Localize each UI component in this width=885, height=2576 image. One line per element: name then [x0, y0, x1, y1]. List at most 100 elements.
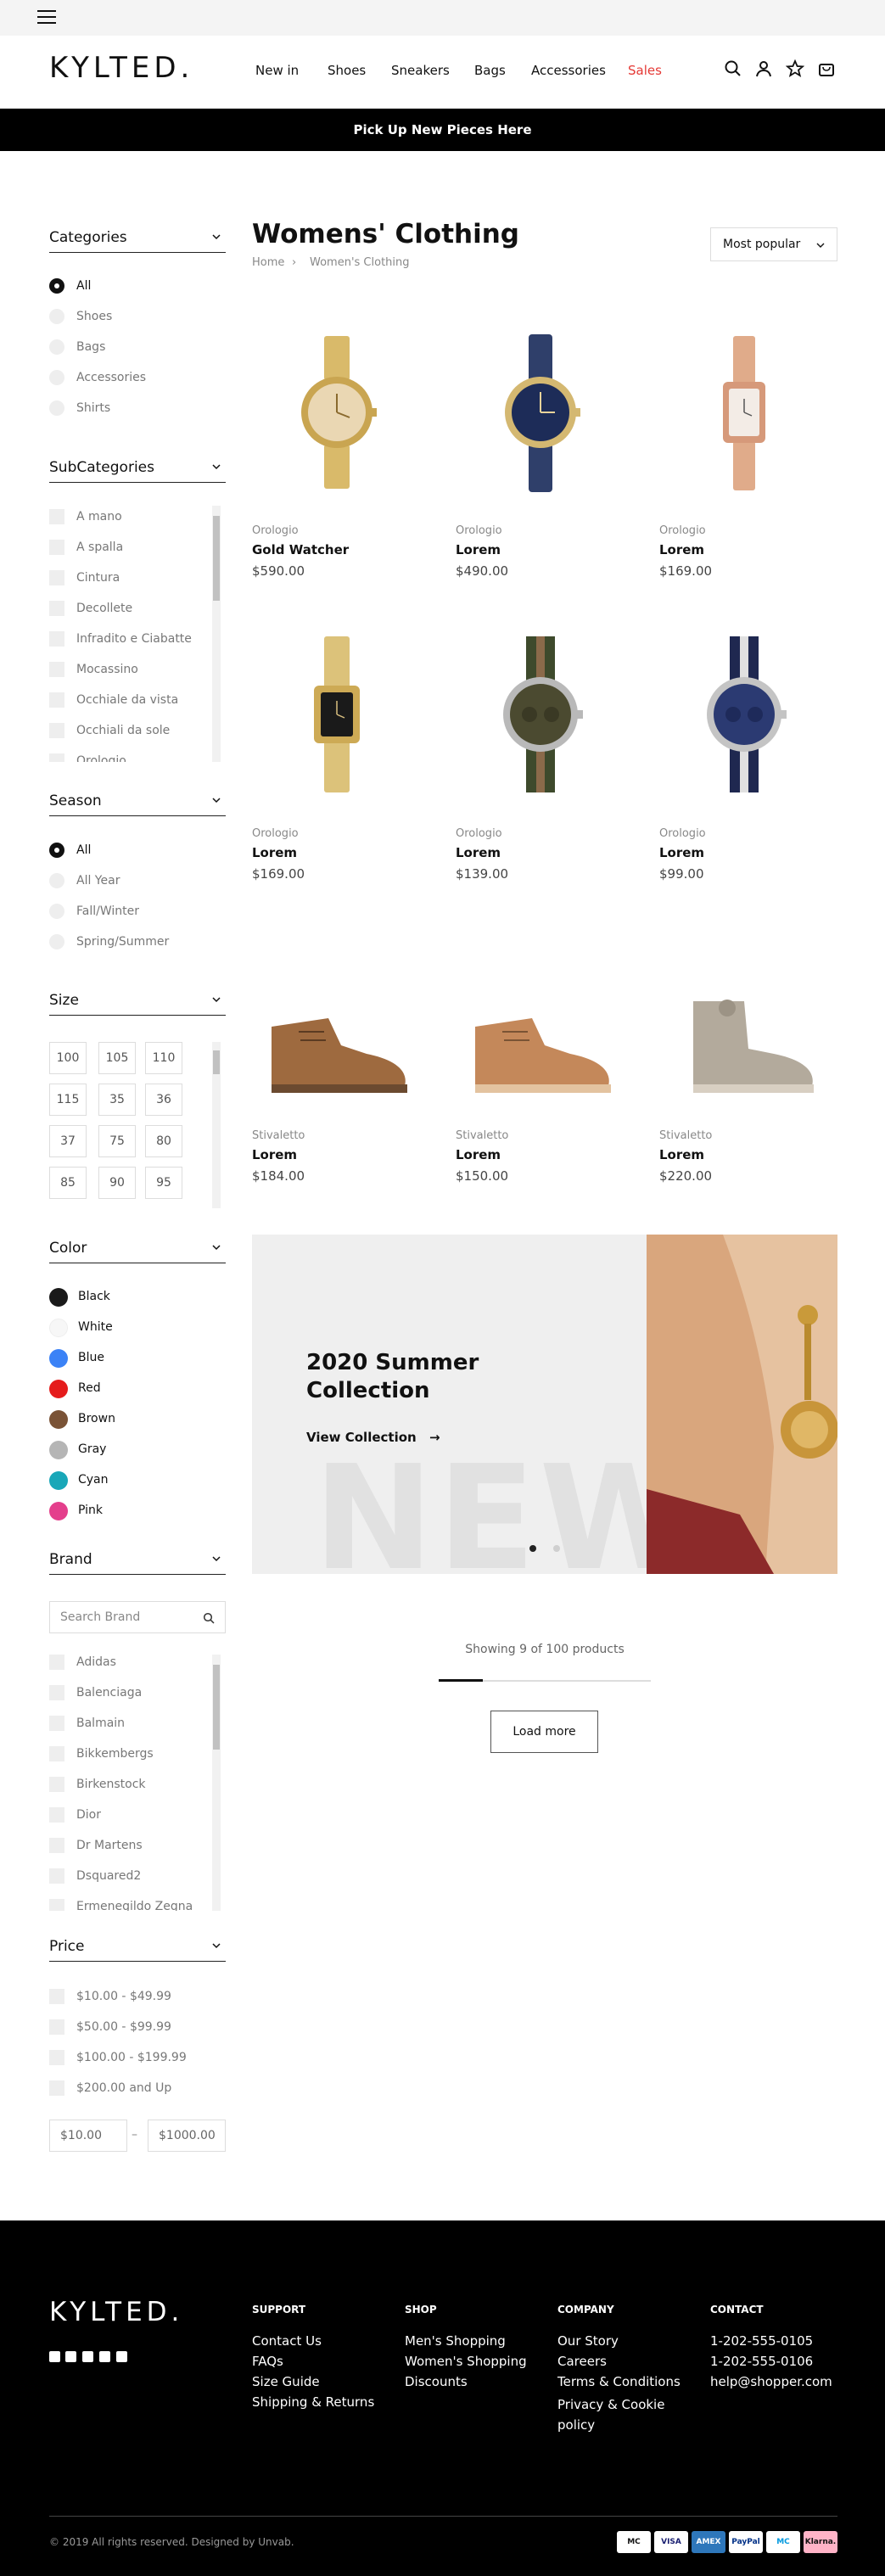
- size-option[interactable]: 75: [98, 1125, 136, 1157]
- chevron-down-icon[interactable]: [212, 232, 221, 241]
- size-option[interactable]: 115: [49, 1084, 87, 1116]
- twitter-icon[interactable]: [82, 2351, 93, 2362]
- chevron-down-icon[interactable]: [212, 1554, 221, 1563]
- size-title[interactable]: Size: [49, 992, 79, 1009]
- chevron-down-icon[interactable]: [212, 1243, 221, 1252]
- product-name[interactable]: Lorem: [659, 845, 704, 860]
- product-name[interactable]: Lorem: [456, 1147, 501, 1162]
- footer-link[interactable]: Size Guide: [252, 2374, 320, 2389]
- product-image-brown-boot[interactable]: [248, 967, 426, 1137]
- color-swatch-red[interactable]: [49, 1380, 68, 1398]
- subcategory-checkbox[interactable]: [49, 509, 64, 524]
- size-option[interactable]: 110: [145, 1042, 182, 1074]
- nav-shoes[interactable]: Shoes: [328, 63, 366, 78]
- size-option[interactable]: 35: [98, 1084, 136, 1116]
- price-checkbox[interactable]: [49, 2050, 64, 2065]
- price-max-input[interactable]: $1000.00: [148, 2120, 226, 2152]
- brand-checkbox[interactable]: [49, 1716, 64, 1731]
- subcategory-checkbox[interactable]: [49, 753, 64, 762]
- brand-search-input[interactable]: Search Brand: [49, 1601, 226, 1633]
- brand-title[interactable]: Brand: [49, 1551, 92, 1568]
- nav-sales[interactable]: Sales: [628, 63, 662, 78]
- size-option[interactable]: 37: [49, 1125, 87, 1157]
- color-swatch-white[interactable]: [49, 1319, 68, 1337]
- footer-link[interactable]: FAQs: [252, 2354, 283, 2369]
- footer-link[interactable]: Careers: [557, 2354, 607, 2369]
- search-icon[interactable]: [203, 1612, 215, 1624]
- size-option[interactable]: 100: [49, 1042, 87, 1074]
- chevron-down-icon[interactable]: [212, 995, 221, 1004]
- footer-link[interactable]: Discounts: [405, 2374, 468, 2389]
- product-image-green-watch[interactable]: [451, 630, 630, 799]
- product-image-gold-square-watch[interactable]: [248, 630, 426, 799]
- brand-checkbox[interactable]: [49, 1777, 64, 1792]
- footer-link[interactable]: 1-202-555-0106: [710, 2354, 813, 2369]
- season-radio[interactable]: [49, 934, 64, 949]
- category-radio[interactable]: [49, 400, 64, 416]
- season-radio-all[interactable]: [49, 843, 64, 858]
- brand-checkbox[interactable]: [49, 1655, 64, 1670]
- footer-link[interactable]: Shipping & Returns: [252, 2394, 374, 2410]
- user-icon[interactable]: [754, 59, 773, 78]
- size-option[interactable]: 80: [145, 1125, 182, 1157]
- subcategory-checkbox[interactable]: [49, 601, 64, 616]
- subcategory-checkbox[interactable]: [49, 631, 64, 647]
- chevron-down-icon[interactable]: [212, 462, 221, 471]
- product-name[interactable]: Lorem: [252, 845, 297, 860]
- logo[interactable]: KYLTED.: [49, 51, 193, 85]
- footer-link[interactable]: Privacy & Cookie policy: [557, 2394, 685, 2435]
- brand-checkbox[interactable]: [49, 1746, 64, 1761]
- nav-accessories[interactable]: Accessories: [531, 63, 606, 78]
- footer-link[interactable]: Our Story: [557, 2333, 619, 2349]
- color-swatch-gray[interactable]: [49, 1441, 68, 1459]
- season-title[interactable]: Season: [49, 792, 102, 809]
- scrollbar[interactable]: [212, 506, 221, 762]
- product-name[interactable]: Lorem: [252, 1147, 297, 1162]
- brand-checkbox[interactable]: [49, 1899, 64, 1911]
- size-option[interactable]: 90: [98, 1167, 136, 1199]
- color-swatch-blue[interactable]: [49, 1349, 68, 1368]
- category-radio[interactable]: [49, 309, 64, 324]
- subcategory-checkbox[interactable]: [49, 540, 64, 555]
- product-name[interactable]: Lorem: [659, 1147, 704, 1162]
- product-image-gold-watch[interactable]: [248, 328, 426, 497]
- color-title[interactable]: Color: [49, 1240, 87, 1257]
- price-checkbox[interactable]: [49, 2080, 64, 2096]
- product-image-blue-watch[interactable]: [451, 328, 630, 497]
- youtube-icon[interactable]: [65, 2351, 76, 2362]
- chevron-down-icon[interactable]: [212, 796, 221, 804]
- size-option[interactable]: 36: [145, 1084, 182, 1116]
- color-swatch-pink[interactable]: [49, 1502, 68, 1520]
- search-icon[interactable]: [724, 59, 742, 78]
- size-option[interactable]: 85: [49, 1167, 87, 1199]
- footer-link[interactable]: Terms & Conditions: [557, 2374, 681, 2389]
- brand-checkbox[interactable]: [49, 1838, 64, 1853]
- nav-bags[interactable]: Bags: [474, 63, 506, 78]
- subcategory-checkbox[interactable]: [49, 662, 64, 677]
- subcategory-checkbox[interactable]: [49, 692, 64, 708]
- category-radio[interactable]: [49, 370, 64, 385]
- size-option[interactable]: 95: [145, 1167, 182, 1199]
- footer-link[interactable]: Women's Shopping: [405, 2354, 527, 2369]
- product-image-tan-boot[interactable]: [451, 967, 630, 1137]
- subcategory-checkbox[interactable]: [49, 570, 64, 585]
- footer-logo[interactable]: KYLTED.: [49, 2297, 183, 2327]
- load-more-button[interactable]: Load more: [490, 1711, 598, 1753]
- medium-icon[interactable]: [116, 2351, 127, 2362]
- product-name[interactable]: Lorem: [456, 542, 501, 557]
- footer-link[interactable]: help@shopper.com: [710, 2374, 832, 2389]
- price-checkbox[interactable]: [49, 2019, 64, 2035]
- brand-checkbox[interactable]: [49, 1807, 64, 1823]
- price-title[interactable]: Price: [49, 1938, 84, 1955]
- product-name[interactable]: Gold Watcher: [252, 542, 349, 557]
- scrollbar[interactable]: [212, 1042, 221, 1208]
- promo-bar[interactable]: Pick Up New Pieces Here: [0, 109, 885, 151]
- brand-checkbox[interactable]: [49, 1685, 64, 1700]
- size-option[interactable]: 105: [98, 1042, 136, 1074]
- color-swatch-brown[interactable]: [49, 1410, 68, 1429]
- nav-sneakers[interactable]: Sneakers: [391, 63, 450, 78]
- menu-icon[interactable]: [37, 8, 56, 25]
- product-image-rose-watch[interactable]: [655, 328, 833, 497]
- product-name[interactable]: Lorem: [456, 845, 501, 860]
- scrollbar[interactable]: [212, 1655, 221, 1911]
